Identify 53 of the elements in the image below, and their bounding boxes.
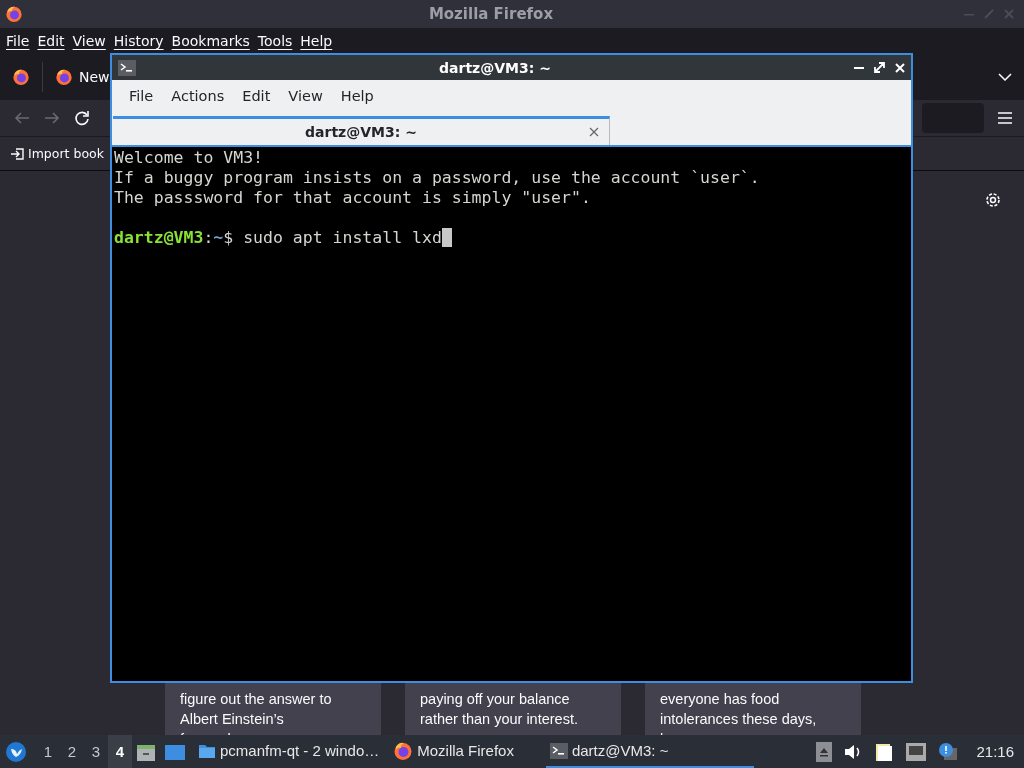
firefox-icon — [55, 68, 73, 86]
prompt-separator: : — [203, 228, 214, 247]
task-button[interactable]: Mozilla Firefox — [389, 735, 518, 768]
text-cursor — [441, 228, 452, 247]
firefox-icon — [5, 5, 23, 23]
menu-item[interactable]: View — [68, 33, 110, 49]
terminal-icon — [118, 59, 136, 76]
network-icon[interactable] — [906, 742, 927, 761]
import-icon — [10, 146, 24, 161]
folder-icon — [198, 742, 216, 759]
forward-icon[interactable] — [44, 111, 60, 125]
notification-icon[interactable] — [938, 741, 959, 762]
menu-item[interactable]: Bookmarks — [167, 33, 254, 49]
menu-item[interactable]: File — [122, 87, 161, 104]
window-title: dartz@VM3: ~ — [438, 59, 552, 76]
terminal-line: The passsword for that account is simply "user". — [114, 188, 592, 208]
prompt-user-host: dartz@VM3 — [114, 228, 204, 247]
prompt-path: ~ — [213, 228, 224, 247]
menu-item[interactable]: Tools — [253, 33, 297, 49]
firefox-icon — [393, 740, 414, 761]
menu-item[interactable]: History — [109, 33, 168, 49]
terminal-line: Welcome to VM3! — [114, 148, 264, 168]
menu-icon[interactable] — [998, 112, 1012, 124]
workspace-button[interactable]: 1 — [36, 735, 60, 768]
workspace-button[interactable]: 3 — [84, 735, 108, 768]
workspace-button[interactable]: 2 — [60, 735, 84, 768]
window-title: Mozilla Firefox — [427, 5, 555, 23]
menu-item[interactable]: Actions — [164, 87, 232, 104]
browser-tab[interactable]: New — [55, 68, 110, 86]
eject-icon[interactable] — [816, 741, 833, 762]
command-input[interactable]: $ sudo apt install lxd — [223, 228, 442, 247]
desktop-icon[interactable] — [164, 742, 186, 761]
menu-item[interactable]: Help — [333, 87, 381, 104]
article-card[interactable]: paying off your balance rather than your interest. — [405, 683, 621, 735]
back-icon[interactable] — [14, 111, 30, 125]
settings-icon[interactable] — [984, 191, 1002, 209]
workspace-button[interactable]: 4 — [108, 735, 132, 768]
clipboard-icon[interactable] — [874, 741, 895, 762]
menu-item[interactable]: Edit — [235, 87, 278, 104]
task-button[interactable]: dartz@VM3: ~ — [545, 735, 754, 768]
terminal-icon — [549, 742, 568, 759]
bookmark-link[interactable]: Import book — [28, 146, 104, 161]
start-menu-icon[interactable] — [5, 740, 27, 763]
firefox-view-icon — [12, 68, 30, 86]
menu-item[interactable]: Help — [296, 33, 337, 49]
terminal-line: If a buggy program insists on a password, use the account `user`. — [114, 168, 761, 188]
chevron-down-icon[interactable] — [998, 73, 1012, 81]
menu-item[interactable]: Edit — [33, 33, 69, 49]
card-text: paying off your balance rather than your interest. — [420, 690, 579, 729]
clock[interactable]: 21:16 — [976, 743, 1014, 760]
menu-item[interactable]: File — [2, 33, 34, 49]
reload-icon[interactable] — [74, 110, 90, 126]
menu-item[interactable]: View — [281, 87, 330, 104]
